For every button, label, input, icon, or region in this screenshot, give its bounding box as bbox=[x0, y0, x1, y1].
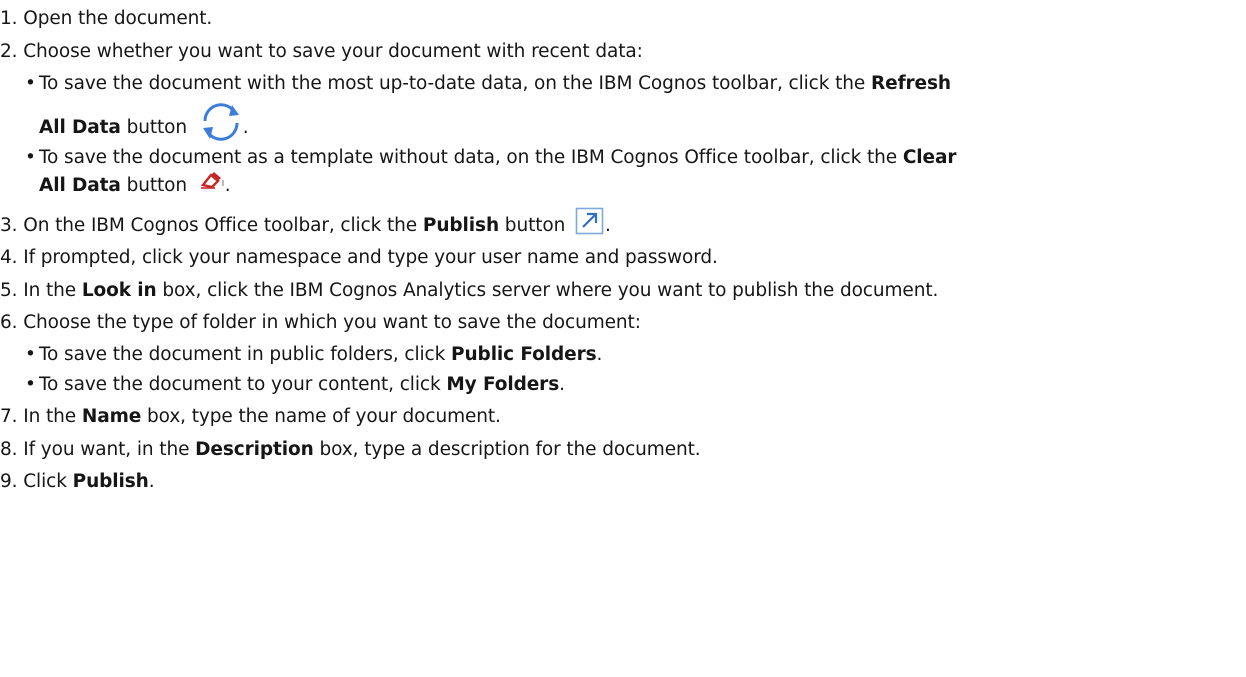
ui-term-publish: Publish bbox=[422, 214, 500, 236]
bullet-my-folders: • To save the document to your content, c… bbox=[25, 372, 1240, 398]
refresh-icon bbox=[199, 101, 243, 141]
step-2-options: • To save the document with the most up-t… bbox=[0, 71, 1240, 199]
bullet-period: . bbox=[596, 344, 603, 365]
step-text: Open the document. bbox=[23, 8, 213, 29]
step-number: 4. bbox=[0, 247, 18, 268]
step-number: 9. bbox=[0, 471, 18, 492]
ui-term-publish: Publish bbox=[72, 471, 149, 492]
bullet-continuation: All Data button . bbox=[25, 171, 1240, 199]
step-number: 6. bbox=[0, 312, 18, 333]
ui-term-refresh: Refresh bbox=[870, 72, 951, 94]
step-3: 3. On the IBM Cognos Office toolbar, cli… bbox=[0, 207, 1240, 239]
bullet-text: button bbox=[120, 174, 188, 196]
bullet-refresh-all-data: • To save the document with the most up-t… bbox=[25, 71, 1240, 141]
bullet-dot: • bbox=[25, 146, 36, 168]
step-text: Click bbox=[23, 471, 73, 492]
bullet-period: . bbox=[224, 174, 231, 196]
step-number: 7. bbox=[0, 406, 18, 427]
ui-term-my-folders: My Folders bbox=[446, 374, 560, 395]
bullet-continuation: All Data button . bbox=[25, 97, 1240, 141]
bullet-text: To save the document as a template witho… bbox=[39, 146, 903, 168]
ui-term-all-data: All Data bbox=[39, 116, 121, 138]
step-text: box, click the IBM Cognos Analytics serv… bbox=[156, 279, 939, 301]
step-number: 1. bbox=[0, 8, 18, 29]
document-page: 1. Open the document. 2. Choose whether … bbox=[0, 0, 1246, 677]
eraser-icon bbox=[199, 171, 225, 189]
step-text: In the bbox=[23, 279, 82, 301]
bullet-clear-all-data: • To save the document as a template with… bbox=[25, 145, 1240, 199]
step-text: On the IBM Cognos Office toolbar, click … bbox=[23, 214, 423, 236]
step-period: . bbox=[148, 471, 155, 492]
step-6: 6. Choose the type of folder in which yo… bbox=[0, 310, 1240, 398]
ui-term-name: Name bbox=[81, 406, 142, 427]
step-number: 2. bbox=[0, 40, 18, 62]
step-text: If prompted, click your namespace and ty… bbox=[23, 247, 718, 268]
step-number: 5. bbox=[0, 279, 18, 301]
step-number: 3. bbox=[0, 214, 18, 236]
ui-term-public-folders: Public Folders bbox=[451, 344, 597, 365]
bullet-dot: • bbox=[25, 344, 36, 365]
bullet-text: To save the document with the most up-to… bbox=[39, 72, 871, 94]
bullet-text: button bbox=[120, 116, 188, 138]
step-4: 4. If prompted, click your namespace and… bbox=[0, 245, 1240, 271]
bullet-text: To save the document in public folders, … bbox=[39, 344, 452, 365]
bullet-dot: • bbox=[25, 374, 36, 395]
step-text: If you want, in the bbox=[23, 438, 196, 460]
step-text: box, type the name of your document. bbox=[141, 406, 501, 427]
step-text: In the bbox=[23, 406, 82, 427]
procedure-steps: 1. Open the document. 2. Choose whether … bbox=[0, 6, 1240, 502]
bullet-text: To save the document to your content, cl… bbox=[39, 374, 447, 395]
step-number: 8. bbox=[0, 438, 18, 460]
bullet-dot: • bbox=[25, 72, 36, 94]
bullet-period: . bbox=[242, 116, 249, 138]
bullet-public-folders: • To save the document in public folders,… bbox=[25, 342, 1240, 368]
bullet-period: . bbox=[559, 374, 565, 395]
step-2: 2. Choose whether you want to save your … bbox=[0, 39, 1240, 199]
ui-term-clear: Clear bbox=[902, 146, 957, 168]
step-text: box, type a description for the document… bbox=[313, 438, 701, 460]
ui-term-all-data: All Data bbox=[39, 174, 121, 196]
step-text: Choose whether you want to save your doc… bbox=[23, 40, 643, 62]
step-7: 7. In the Name box, type the name of you… bbox=[0, 404, 1240, 430]
ui-term-description: Description bbox=[195, 438, 314, 460]
ui-term-look-in: Look in bbox=[81, 279, 157, 301]
step-text: button bbox=[499, 214, 566, 236]
step-6-options: • To save the document in public folders,… bbox=[0, 342, 1240, 398]
publish-icon bbox=[575, 207, 605, 235]
step-5: 5. In the Look in box, click the IBM Cog… bbox=[0, 278, 1240, 304]
step-1: 1. Open the document. bbox=[0, 6, 1240, 32]
step-9: 9. Click Publish. bbox=[0, 469, 1240, 495]
step-period: . bbox=[605, 214, 611, 236]
step-8: 8. If you want, in the Description box, … bbox=[0, 437, 1240, 463]
step-text: Choose the type of folder in which you w… bbox=[23, 312, 641, 333]
